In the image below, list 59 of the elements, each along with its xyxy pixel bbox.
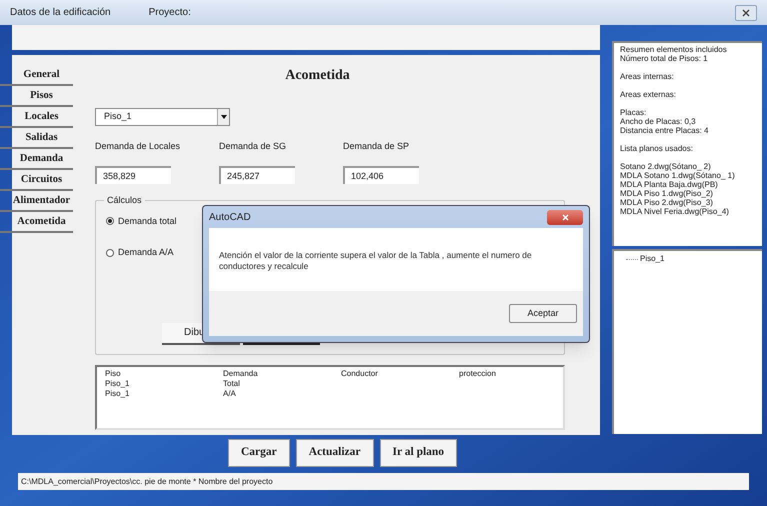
summary-line: MDLA Planta Baja.dwg(PB)	[620, 180, 719, 189]
tree-item[interactable]: Piso_1	[640, 253, 664, 265]
sidebar-tab[interactable]: General	[0, 65, 73, 86]
field-label: Demanda de SG	[219, 140, 288, 153]
column-header: Piso	[105, 368, 122, 378]
summary-line: Areas externas:	[620, 90, 678, 99]
tree-line	[626, 258, 638, 260]
summary-line: MDLA Nivel Feria.dwg(Piso_4)	[620, 207, 730, 216]
project-label: Proyecto:	[148, 6, 191, 20]
column-header: Demanda	[223, 368, 259, 378]
close-button[interactable]	[735, 4, 757, 20]
sidebar-tab[interactable]: Locales	[0, 107, 73, 128]
radio-label: Demanda A/A	[118, 246, 174, 259]
summary-line: MDLA Piso 2.dwg(Piso_3)	[620, 198, 714, 207]
close-button[interactable]	[547, 210, 583, 224]
close-icon	[742, 8, 750, 16]
radio-label: Demanda total	[118, 214, 177, 228]
table-cell-text: Piso_1	[105, 388, 130, 398]
status-bar: C:\MDLA_comercial\Proyectos\cc. pie de monte * Nombre del proyecto	[18, 473, 749, 490]
window-title: Datos de la edificación	[10, 6, 111, 20]
tree-view[interactable]: Piso_1	[612, 249, 762, 434]
close-icon	[562, 214, 568, 220]
summary-line: Número total de Pisos: 1	[620, 54, 709, 63]
dialog-title: AutoCAD	[209, 210, 251, 224]
sidebar-tab[interactable]: Circuitos	[0, 170, 73, 191]
ok-button[interactable]: Aceptar	[509, 304, 577, 323]
field-label: Demanda de Locales	[95, 140, 182, 153]
value-field[interactable]: 358,829	[95, 166, 171, 184]
summary-line: Areas internas:	[620, 72, 675, 81]
table-cell-text: Piso_1	[105, 378, 130, 388]
summary-line: Sotano 2.dwg(Sótano_ 2)	[620, 162, 712, 171]
summary-line: Ancho de Placas: 0,3	[620, 117, 697, 126]
summary-line: MDLA Piso 1.dwg(Piso_2)	[620, 189, 714, 198]
value-field[interactable]: 245,827	[219, 166, 295, 184]
column-header: Conductor	[341, 368, 379, 378]
summary-line: Distancia entre Placas: 4	[620, 126, 710, 135]
floor-dropdown[interactable]: Piso_1	[95, 108, 230, 126]
summary-line: Lista planos usados:	[620, 144, 694, 153]
action-button[interactable]: Ir al plano	[380, 439, 458, 467]
column-header: proteccion	[459, 368, 497, 378]
table-cell-text: A/A	[223, 388, 237, 398]
dialog-message: Atención el valor de la corriente supera el valor de la Tabla , aumente el numero de conductores y recalcule	[218, 249, 533, 273]
summary-line: Resumen elementos incluidos	[620, 45, 728, 54]
dropdown-arrow-icon	[220, 115, 226, 119]
sidebar-tab[interactable]: Demanda	[0, 149, 73, 170]
radio-button[interactable]	[106, 248, 114, 257]
action-button[interactable]: Actualizar	[296, 439, 374, 467]
sidebar-tab[interactable]: Acometida	[0, 212, 73, 233]
value-field[interactable]: 102,406	[343, 166, 419, 184]
summary-line: Placas:	[620, 108, 648, 117]
sidebar-tab[interactable]: Salidas	[0, 128, 73, 149]
field-label: Demanda de SP	[343, 140, 410, 153]
form-heading: Acometida	[284, 67, 351, 85]
radio-button[interactable]	[106, 217, 114, 226]
summary-line: MDLA Sotano 1.dwg(Sótano_ 1)	[620, 171, 736, 180]
sidebar-tab[interactable]: Pisos	[0, 86, 73, 107]
sidebar-tab[interactable]: Alimentador	[0, 191, 73, 212]
table-cell-text: Total	[223, 378, 241, 388]
action-button[interactable]: Cargar	[228, 439, 290, 467]
